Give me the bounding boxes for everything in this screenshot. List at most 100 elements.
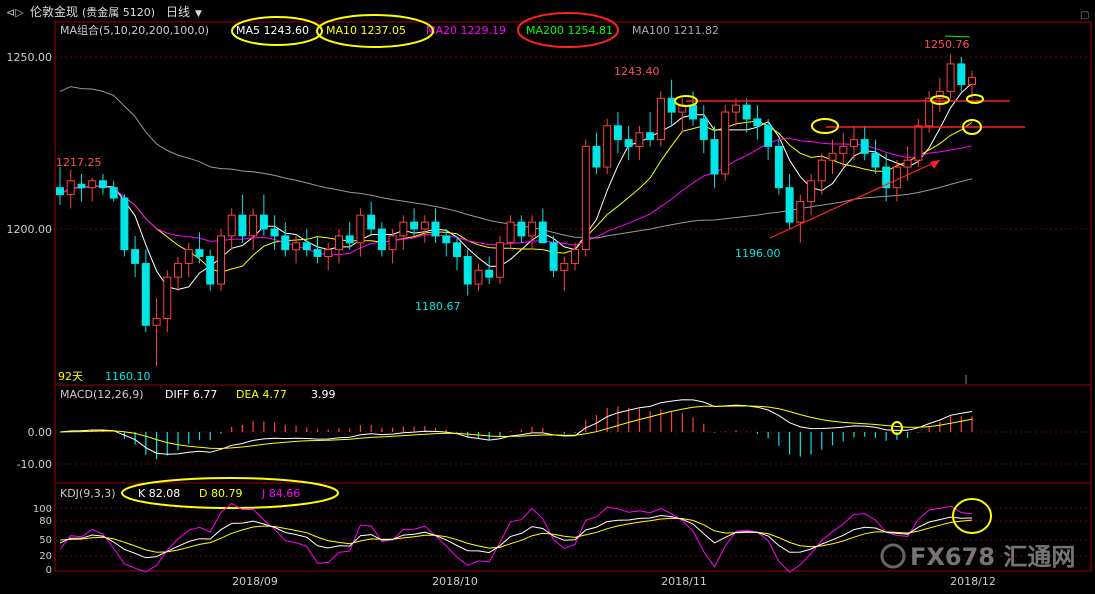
- period-selector[interactable]: 日线: [166, 5, 190, 19]
- annot-high-1217: 1217.25: [56, 156, 102, 169]
- macd-y-tick-neg10: -10.00: [17, 458, 52, 471]
- candle-body: [549, 242, 558, 271]
- candle-body: [753, 118, 762, 127]
- candle-body: [721, 111, 730, 175]
- candle-body: [656, 97, 665, 141]
- kdj-legend-j: J 84.66: [261, 487, 300, 500]
- header-bar: ⊲▷ 伦敦金现 (贵金属 5120) 日线 ▼ ▢: [6, 4, 1089, 21]
- candle-body: [946, 63, 955, 92]
- candle-body: [957, 63, 966, 86]
- candle-body: [613, 125, 622, 141]
- kdj-y-tick-0: 0: [46, 565, 52, 576]
- candle-body: [410, 221, 419, 230]
- candle-body: [152, 317, 161, 326]
- kline-chart[interactable]: ⊲▷ 伦敦金现 (贵金属 5120) 日线 ▼ ▢ 1250.00 1200.0…: [0, 0, 1095, 594]
- ma5-line: [59, 82, 973, 291]
- annot-high-1243: 1243.40: [614, 65, 660, 78]
- x-tick-2018-12: 2018/12: [950, 575, 996, 588]
- candle-body: [399, 221, 408, 237]
- candle-body: [635, 132, 644, 147]
- grid: [55, 56, 1091, 557]
- candle-body: [120, 197, 129, 251]
- macd-legend-diff: DIFF 6.77: [165, 388, 217, 401]
- exchange-code: (贵金属 5120): [82, 5, 155, 19]
- kdj-y-tick-100: 100: [33, 504, 52, 515]
- kdj-j-line: [59, 502, 973, 573]
- candle-body: [335, 235, 343, 251]
- candle-body: [420, 221, 429, 230]
- candle-body: [206, 256, 215, 285]
- y-tick-1200: 1200.00: [7, 223, 53, 236]
- candle-body: [903, 159, 912, 168]
- watermark: FX678 汇通网: [880, 543, 1075, 571]
- candle-body: [871, 152, 880, 168]
- candle-body: [850, 139, 858, 148]
- marker-ellipse-kdj: [952, 498, 992, 534]
- annot-days: 92天: [58, 370, 83, 383]
- candle-body: [538, 221, 547, 244]
- candle-body: [817, 159, 826, 182]
- candle-body: [453, 242, 461, 258]
- candle-body: [485, 269, 494, 278]
- candle-body: [367, 214, 376, 230]
- candle-body: [646, 132, 655, 141]
- macd-legend-dea: DEA 4.77: [236, 388, 287, 401]
- candle-body: [109, 187, 118, 199]
- dropdown-icon[interactable]: ▢: [1080, 10, 1089, 21]
- candle-body: [163, 276, 172, 320]
- annot-low-1160: 1160.10: [105, 370, 151, 383]
- candle-body: [839, 145, 848, 154]
- candle-body: [77, 183, 86, 189]
- ma-legend-ma20: MA20 1229.19: [426, 24, 506, 37]
- ma200-line: [944, 35, 971, 38]
- candle-body: [667, 97, 676, 113]
- candle-body: [742, 104, 751, 120]
- candle-body: [292, 242, 301, 251]
- candle-body: [474, 269, 483, 285]
- x-tick-2018-11: 2018/11: [661, 575, 707, 588]
- kdj-legend-k: K 82.08: [138, 487, 180, 500]
- candle-body: [796, 201, 805, 223]
- candle-body: [506, 221, 515, 244]
- ma-legend-ma5: MA5 1243.60: [236, 24, 309, 37]
- price-annotations: 1217.25 1243.40 1250.76 1160.10 1180.67 …: [56, 38, 970, 383]
- candle-body: [88, 180, 97, 189]
- candle-body: [324, 249, 333, 258]
- candle-body: [603, 125, 612, 168]
- candle-body: [431, 221, 440, 237]
- chevron-down-icon[interactable]: ▼: [195, 9, 202, 19]
- ma-legend-ma10: MA10 1237.05: [326, 24, 406, 37]
- candle-body: [356, 214, 365, 244]
- watermark-text: FX678 汇通网: [910, 543, 1075, 571]
- y-axis-labels: 1250.00 1200.00 0.00 -10.00 100 80 50 20…: [7, 51, 53, 576]
- candle-body: [689, 104, 697, 120]
- candle-body: [377, 228, 386, 251]
- back-icon[interactable]: ⊲▷: [6, 6, 24, 19]
- annot-low-1180: 1180.67: [415, 300, 461, 313]
- candle-body: [131, 249, 140, 264]
- candle-body: [528, 221, 537, 237]
- macd-y-tick-0: 0.00: [28, 426, 53, 439]
- macd-diff-line: [59, 399, 973, 455]
- annot-low-1196: 1196.00: [735, 247, 781, 260]
- macd-dea-line: [59, 405, 973, 450]
- candle-body: [174, 262, 182, 278]
- ma-legend: MA组合(5,10,20,200,100,0) MA5 1243.60 MA10…: [60, 12, 719, 48]
- candle-body: [495, 242, 504, 278]
- candle-body: [581, 145, 590, 251]
- candle-body: [259, 214, 268, 230]
- marker-ellipse-2: [811, 118, 839, 134]
- trend-arrow-line: [769, 159, 941, 239]
- x-tick-2018-10: 2018/10: [432, 575, 478, 588]
- candle-body: [270, 228, 279, 237]
- candle-body: [892, 166, 901, 189]
- candle-body: [710, 139, 719, 175]
- kdj-k-line: [59, 514, 973, 559]
- candle-body: [807, 180, 816, 202]
- candle-body: [914, 125, 923, 161]
- candle-body: [98, 180, 107, 189]
- candle-body: [345, 235, 354, 244]
- candle-body: [560, 262, 569, 271]
- macd-legend-label: MACD(12,26,9): [60, 388, 144, 401]
- x-axis-labels: 2018/09 2018/10 2018/11 2018/12: [232, 575, 996, 588]
